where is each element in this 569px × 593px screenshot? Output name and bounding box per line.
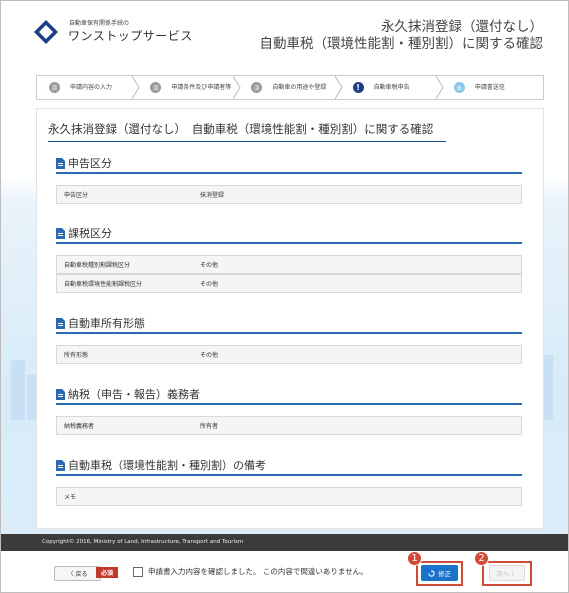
step-label: 自動車の用途や登録 — [272, 84, 327, 91]
row-key: 所有形態 — [64, 352, 89, 359]
section-heading-remarks: 自動車税（環境性能割・種別割）の備考 — [56, 457, 266, 473]
header-title-line1: 永久抹消登録（還付なし） — [381, 19, 543, 35]
step-label: 申請内容の入力 — [70, 84, 113, 91]
step-conditions: 済 申請条件及び申請者等 — [138, 76, 241, 99]
header-title: 永久抹消登録（還付なし） 自動車税（環境性能割・種別割）に関する確認 — [260, 19, 544, 53]
table-row: 申告区分 抹消登録 — [56, 185, 522, 204]
document-icon — [56, 459, 65, 471]
document-icon — [56, 388, 65, 400]
section-underline — [56, 172, 522, 174]
step-submit: 未 申請書送信 — [442, 76, 543, 99]
required-badge: 必須 — [96, 567, 118, 578]
section-underline — [56, 474, 522, 476]
row-value: 抹消登録 — [200, 192, 225, 199]
confirm-checkbox[interactable] — [133, 567, 143, 577]
section-heading-taxpayer: 納税（申告・報告）義務者 — [56, 386, 200, 402]
row-key: 申告区分 — [64, 192, 89, 199]
step-input: 済 申請内容の入力 — [37, 76, 140, 99]
step-status-icon: 済 — [49, 82, 60, 93]
section-underline — [56, 242, 522, 244]
section-heading-tax-class: 課税区分 — [56, 225, 112, 241]
document-icon — [56, 227, 65, 239]
callout-badge-2: 2 — [474, 551, 489, 566]
row-value: その他 — [200, 352, 219, 359]
header: 自動車保有関係手続の ワンストップサービス 永久抹消登録（還付なし） 自動車税（… — [1, 1, 568, 71]
step-label: 申請書送信 — [474, 84, 505, 91]
table-row: 自動車税種別割課税区分 その他 — [56, 255, 522, 274]
org-label: 自動車保有関係手続の — [69, 20, 130, 27]
confirm-checkbox-label[interactable]: 申請書入力内容を確認しました。 この内容で間違いありません。 — [148, 566, 368, 577]
section-underline — [56, 332, 522, 334]
section-title: 自動車税（環境性能割・種別割）の備考 — [68, 459, 266, 472]
row-key: 自動車税種別割課税区分 — [64, 262, 131, 269]
callout-badge-1: 1 — [407, 551, 422, 566]
page-title: 永久抹消登録（還付なし） 自動車税（環境性能割・種別割）に関する確認 — [48, 122, 434, 136]
row-key: 自動車税環境性能割課税区分 — [64, 281, 143, 288]
step-usage: 済 自動車の用途や登録 — [239, 76, 343, 99]
fix-button[interactable]: 修正 — [421, 565, 458, 581]
step-tax-declaration: ! 自動車税申告 — [341, 76, 444, 99]
table-row: メモ — [56, 487, 522, 506]
ministry-logo-icon — [34, 20, 58, 44]
document-icon — [56, 317, 65, 329]
header-title-line2: 自動車税（環境性能割・種別割）に関する確認 — [259, 36, 544, 52]
footer-copyright: Copyright© 2016, Ministry of Land, Infra… — [1, 534, 568, 551]
undo-icon — [428, 569, 435, 577]
progress-steps: 済 申請内容の入力 済 申請条件及び申請者等 済 自動車の用途や登録 ! 自動車… — [36, 75, 544, 100]
step-status-icon: 未 — [453, 82, 465, 93]
section-heading-declaration: 申告区分 — [56, 155, 112, 171]
section-title: 納税（申告・報告）義務者 — [68, 388, 200, 401]
step-status-icon: 済 — [150, 82, 162, 93]
row-key: 納税義務者 — [64, 423, 95, 430]
row-value: その他 — [200, 281, 219, 288]
row-key: メモ — [64, 494, 77, 501]
section-title: 課税区分 — [68, 227, 112, 240]
brand-name: ワンストップサービス — [68, 29, 193, 43]
table-row: 納税義務者 所有者 — [56, 416, 522, 435]
table-row: 自動車税環境性能割課税区分 その他 — [56, 274, 522, 293]
step-status-icon: 済 — [251, 82, 263, 93]
step-label: 自動車税申告 — [373, 84, 410, 91]
step-label: 申請条件及び申請者等 — [171, 84, 232, 91]
section-title: 申告区分 — [68, 157, 112, 170]
fix-button-label: 修正 — [438, 570, 451, 578]
row-value: 所有者 — [200, 423, 219, 430]
step-status-icon: ! — [352, 82, 364, 93]
section-heading-ownership: 自動車所有形態 — [56, 315, 145, 331]
section-title: 自動車所有形態 — [68, 317, 145, 330]
section-underline — [56, 403, 522, 405]
table-row: 所有形態 その他 — [56, 345, 522, 364]
document-icon — [56, 157, 65, 169]
divider — [48, 141, 446, 142]
next-button[interactable]: 次へ 〉 — [489, 565, 525, 581]
row-value: その他 — [200, 262, 219, 269]
back-button[interactable]: 〈 戻る — [54, 566, 101, 581]
